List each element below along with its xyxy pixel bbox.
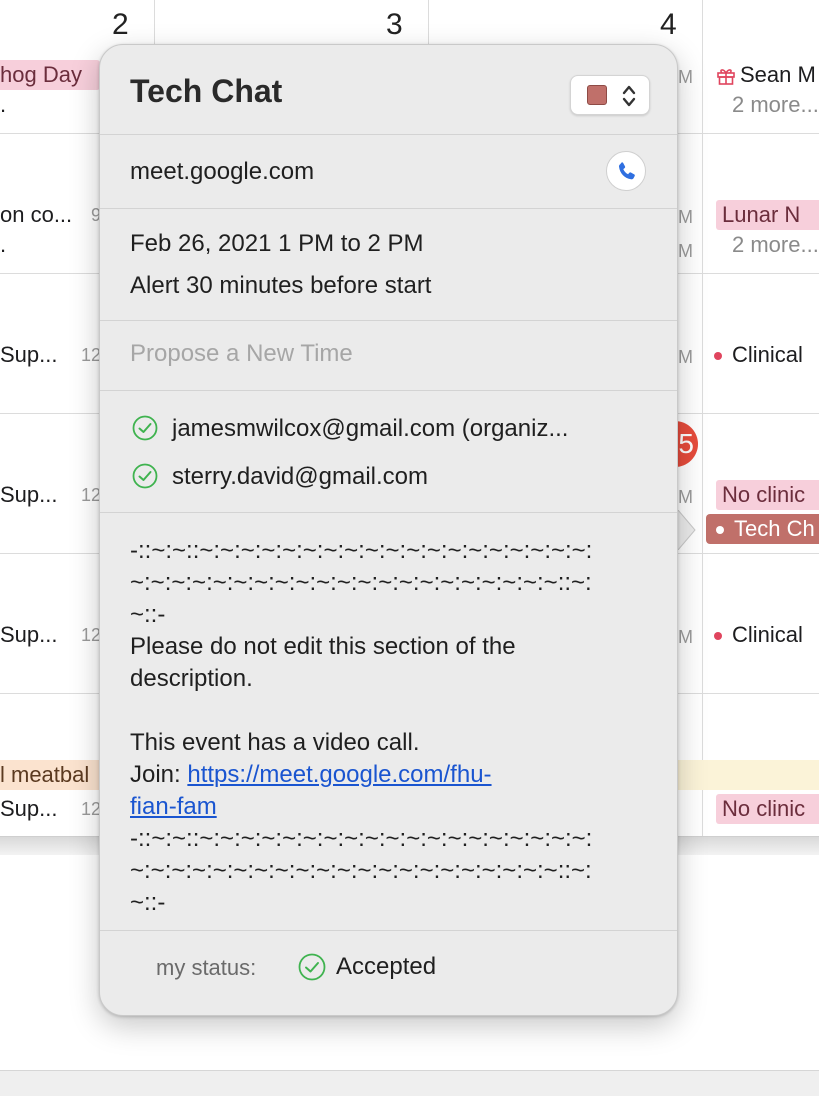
calendar-event[interactable]: Sup...	[0, 794, 57, 824]
calendar-event-birthday[interactable]: Sean M	[716, 60, 816, 90]
event-dot	[714, 632, 722, 641]
accepted-check-icon	[298, 953, 326, 981]
event-time: M	[678, 627, 693, 647]
notes-join-line: Join: https://meet.google.com/fhu-	[130, 759, 630, 791]
chevron-up-down-icon	[622, 85, 636, 107]
more-indicator[interactable]: 2 more...	[732, 230, 819, 260]
notes-divider: -::~:~::~:~:~:~:~:~:~:~:~:~:~:~:~:~:~:~:…	[130, 537, 593, 564]
event-detail-popover[interactable]: Tech Chat meet.google.com Feb 26, 2021 1…	[99, 44, 678, 1016]
event-title: Tech Ch	[734, 516, 815, 541]
calendar-color-picker[interactable]	[570, 75, 650, 115]
section-divider	[100, 390, 677, 391]
calendar-event-groundhog-day[interactable]: hog Day	[0, 60, 100, 90]
event-time: M	[678, 347, 693, 367]
event-date-time[interactable]: Feb 26, 2021 1 PM to 2 PM	[130, 230, 424, 258]
notes-text: description.	[130, 665, 253, 692]
calendar-event-clinical[interactable]: Clinical	[714, 620, 803, 650]
event-title[interactable]: Tech Chat	[130, 73, 282, 110]
event-time: M	[678, 67, 693, 87]
grid-column-divider	[702, 0, 703, 836]
calendar-event-no-clinic[interactable]: No clinic	[716, 794, 819, 824]
event-title: Sean M	[740, 62, 816, 87]
event-time: M	[678, 487, 693, 507]
section-divider	[100, 930, 677, 931]
propose-new-time-button[interactable]: Propose a New Time	[130, 340, 353, 368]
event-title: Clinical	[732, 342, 803, 367]
event-notes[interactable]: -::~:~::~:~:~:~:~:~:~:~:~:~:~:~:~:~:~:~:…	[130, 535, 630, 919]
gift-icon	[717, 69, 735, 85]
section-divider	[100, 208, 677, 209]
calendar-event-clinical[interactable]: Clinical	[714, 340, 803, 370]
notes-divider: ~:~:~:~:~:~:~:~:~:~:~:~:~:~:~:~:~:~:~:~:…	[130, 857, 592, 884]
section-divider	[100, 320, 677, 321]
video-call-link[interactable]: https://meet.google.com/fhu-	[187, 761, 491, 788]
attendee-organizer[interactable]: jamesmwilcox@gmail.com (organiz...	[172, 415, 568, 443]
calendar-event[interactable]: on co...	[0, 200, 72, 230]
more-indicator[interactable]: .	[0, 230, 6, 260]
section-divider	[100, 134, 677, 135]
event-location[interactable]: meet.google.com	[130, 158, 314, 186]
accepted-check-icon	[132, 463, 158, 489]
notes-join-line-cont: fian-fam	[130, 791, 630, 823]
event-dot	[714, 352, 722, 361]
more-indicator[interactable]: 2 more...	[732, 90, 819, 120]
phone-icon	[618, 162, 635, 180]
window-status-strip	[0, 1070, 819, 1096]
calendar-event-meatball[interactable]: l meatbal	[0, 760, 104, 790]
calendar-event[interactable]: Sup...	[0, 340, 57, 370]
calendar-event[interactable]: Sup...	[0, 480, 57, 510]
calendar-event-no-clinic[interactable]: No clinic	[716, 480, 819, 510]
my-status-dropdown[interactable]: Accepted	[336, 953, 436, 981]
notes-divider: -::~:~::~:~:~:~:~:~:~:~:~:~:~:~:~:~:~:~:…	[130, 825, 593, 852]
notes-blank-line	[130, 695, 630, 727]
calendar-event-lunar[interactable]: Lunar N	[716, 200, 819, 230]
calendar-event-tech-chat-selected[interactable]: Tech Ch	[706, 514, 819, 544]
notes-divider: ~::-	[130, 889, 166, 916]
notes-divider: ~::-	[130, 601, 166, 628]
notes-divider: ~:~:~:~:~:~:~:~:~:~:~:~:~:~:~:~:~:~:~:~:…	[130, 569, 592, 596]
color-swatch	[587, 85, 607, 105]
more-indicator[interactable]: .	[0, 90, 6, 120]
calendar-event[interactable]: Sup...	[0, 620, 57, 650]
day-number: 4	[660, 8, 677, 41]
join-call-button[interactable]	[606, 151, 646, 191]
day-number: 3	[386, 8, 403, 41]
notes-text: Please do not edit this section of the	[130, 633, 516, 660]
my-status-label: my status:	[156, 955, 257, 980]
video-call-link-cont[interactable]: fian-fam	[130, 793, 217, 820]
notes-text: This event has a video call.	[130, 729, 420, 756]
event-time: M	[678, 241, 693, 261]
event-alert[interactable]: Alert 30 minutes before start	[130, 272, 431, 300]
attendee[interactable]: sterry.david@gmail.com	[172, 463, 428, 491]
section-divider	[100, 512, 677, 513]
event-time: M	[678, 207, 693, 227]
accepted-check-icon	[132, 415, 158, 441]
event-dot	[716, 526, 724, 535]
join-label: Join:	[130, 761, 188, 788]
event-title: Clinical	[732, 622, 803, 647]
day-number: 2	[112, 8, 129, 41]
